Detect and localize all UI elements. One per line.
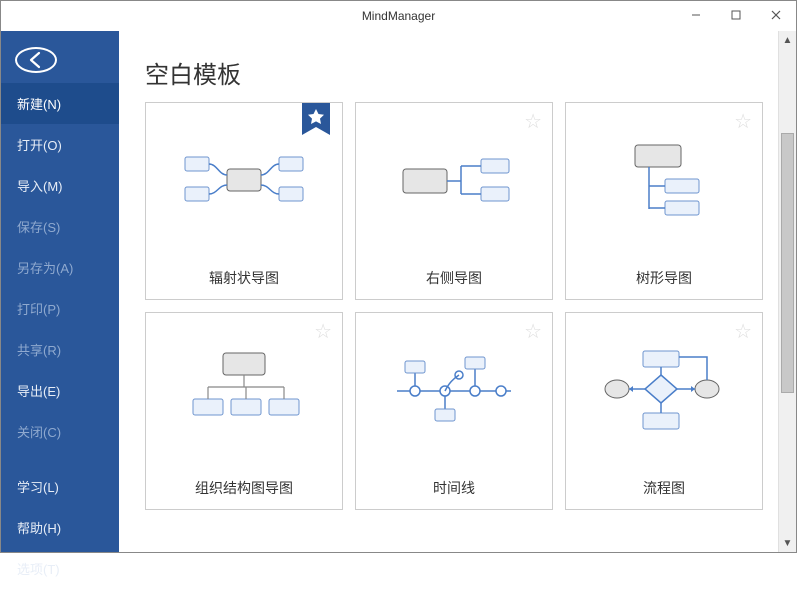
sidebar-item-label: 选项(T) [17,562,60,577]
back-button[interactable] [15,47,57,73]
close-button[interactable] [756,1,796,29]
template-label: 组织结构图导图 [146,467,342,509]
section-title: 空白模板 [145,55,772,90]
sidebar-item-label: 关闭(C) [17,425,61,440]
main-area: 空白模板 辐射状导图 ☆ 右侧导图 ☆ 树形导图 [119,31,796,552]
favorite-star-icon[interactable]: ☆ [524,109,542,134]
template-card-org[interactable]: ☆ 组织结构图导图 [145,312,343,510]
maximize-button[interactable] [716,1,756,29]
template-grid: 辐射状导图 ☆ 右侧导图 ☆ 树形导图 ☆ 组织结构图导图 [145,102,772,510]
favorite-star-icon[interactable]: ☆ [524,319,542,344]
sidebar-item-10[interactable]: 帮助(H) [1,507,119,548]
tree-diagram-icon [599,135,729,225]
scroll-track[interactable] [779,49,796,534]
sidebar-item-label: 学习(L) [17,480,59,495]
scroll-down-button[interactable]: ▼ [779,534,796,552]
sidebar-item-1[interactable]: 打开(O) [1,124,119,165]
favorite-star-icon[interactable]: ☆ [734,109,752,134]
flowchart-diagram-icon [599,345,729,435]
minimize-icon [691,10,701,20]
sidebar-item-label: 导出(E) [17,384,60,399]
template-preview [146,103,342,257]
sidebar-item-3: 保存(S) [1,206,119,247]
content: 空白模板 辐射状导图 ☆ 右侧导图 ☆ 树形导图 [119,31,778,552]
sidebar-item-label: 共享(R) [17,343,61,358]
window-title: MindManager [362,9,435,23]
favorite-star-icon[interactable]: ☆ [734,319,752,344]
scroll-thumb[interactable] [781,133,794,393]
arrow-left-icon [25,49,47,71]
template-card-right[interactable]: ☆ 右侧导图 [355,102,553,300]
sidebar-item-11[interactable]: 选项(T) [1,548,119,589]
template-card-timeline[interactable]: ☆ 时间线 [355,312,553,510]
template-card-radial[interactable]: 辐射状导图 [145,102,343,300]
template-preview: ☆ [356,313,552,467]
radial-diagram-icon [179,135,309,225]
template-label: 树形导图 [566,257,762,299]
sidebar-item-label: 新建(N) [17,97,61,112]
sidebar-item-9[interactable]: 学习(L) [1,466,119,507]
sidebar-item-5: 打印(P) [1,288,119,329]
template-preview: ☆ [146,313,342,467]
sidebar-item-4: 另存为(A) [1,247,119,288]
sidebar-item-label: 导入(M) [17,179,63,194]
sidebar: 新建(N) 打开(O) 导入(M) 保存(S) 另存为(A) 打印(P) 共享(R) 导出(E… [1,31,119,552]
timeline-diagram-icon [389,345,519,435]
featured-ribbon-icon [302,103,330,144]
template-preview: ☆ [566,103,762,257]
template-preview: ☆ [566,313,762,467]
sidebar-item-2[interactable]: 导入(M) [1,165,119,206]
sidebar-item-7[interactable]: 导出(E) [1,370,119,411]
sidebar-item-8: 关闭(C) [1,411,119,452]
close-icon [771,10,781,20]
scrollbar[interactable]: ▲ ▼ [778,31,796,552]
org-diagram-icon [179,345,309,435]
template-card-flowchart[interactable]: ☆ 流程图 [565,312,763,510]
template-label: 时间线 [356,467,552,509]
template-preview: ☆ [356,103,552,257]
sidebar-item-6: 共享(R) [1,329,119,370]
right-diagram-icon [389,135,519,225]
minimize-button[interactable] [676,1,716,29]
favorite-star-icon[interactable]: ☆ [314,319,332,344]
sidebar-item-label: 打印(P) [17,302,60,317]
template-label: 辐射状导图 [146,257,342,299]
sidebar-item-label: 打开(O) [17,138,62,153]
sidebar-item-label: 另存为(A) [17,261,73,276]
sidebar-item-label: 保存(S) [17,220,60,235]
sidebar-item-0[interactable]: 新建(N) [1,83,119,124]
maximize-icon [731,10,741,20]
titlebar: MindManager [1,1,796,31]
template-label: 流程图 [566,467,762,509]
template-card-tree[interactable]: ☆ 树形导图 [565,102,763,300]
window-controls [676,1,796,29]
sidebar-item-label: 帮助(H) [17,521,61,536]
scroll-up-button[interactable]: ▲ [779,31,796,49]
template-label: 右侧导图 [356,257,552,299]
